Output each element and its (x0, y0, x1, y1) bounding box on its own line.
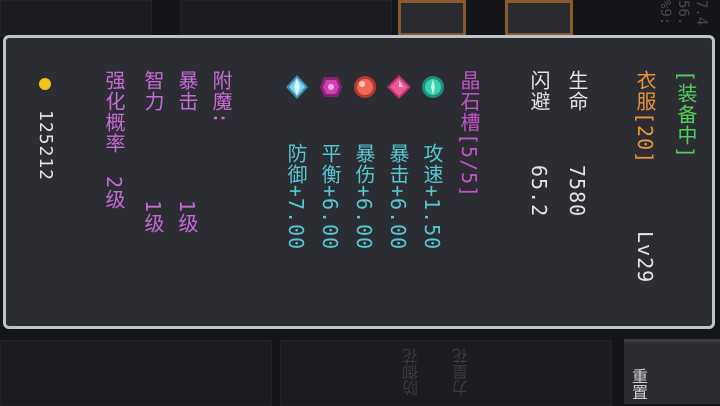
bg-cell (180, 0, 392, 36)
reset-button-label: 重置 (629, 368, 648, 400)
inventory-slot[interactable] (398, 0, 466, 36)
gem-bonus-crit: 暴击+6.00 (386, 143, 410, 251)
bg-cell (0, 0, 152, 36)
pink-gem-icon (387, 75, 411, 99)
bg-label-strength-flower[interactable]: 力量花 (450, 348, 474, 396)
corner-stat: 56. (675, 0, 691, 26)
stat-value-hp: 7580 (565, 165, 589, 218)
stat-value-dodge: 65.2 (527, 165, 551, 218)
diamond-gem-icon (286, 75, 308, 99)
emerald-gem-icon (422, 76, 444, 98)
item-tooltip-panel: [装备中] 衣服[20] Lv29 生命 7580 闪避 65.2 晶石槽[5/… (3, 35, 715, 329)
ruby-gem-icon (354, 76, 376, 98)
enchant-level-intelligence: 1级 (141, 200, 165, 235)
amethyst-gem-icon (320, 77, 342, 97)
bg-label-defense-flower[interactable]: 防御花 (400, 348, 424, 396)
gem-bonus-balance: 平衡+6.00 (318, 143, 342, 251)
inventory-slot[interactable] (505, 0, 573, 36)
enchant-label: 附魔: (209, 70, 233, 126)
gem-bonus-defense: 防御+7.00 (284, 143, 308, 251)
equip-status: [装备中] (674, 70, 698, 160)
bg-cell (280, 340, 612, 406)
item-price: 125212 (35, 110, 56, 182)
enchant-name-upgrade-chance: 强化概率 (102, 70, 126, 154)
corner-stat: %9: (657, 0, 673, 26)
gold-coin-icon (39, 78, 51, 90)
reset-button[interactable]: 重置 (624, 339, 720, 404)
bg-cell (0, 340, 272, 406)
item-level: Lv29 (633, 231, 657, 284)
enchant-name-intelligence: 智力 (141, 70, 165, 112)
stat-label-hp: 生命 (565, 70, 589, 112)
enchant-name-crit: 暴击 (175, 70, 199, 112)
gem-bonus-attack-speed: 攻速+1.50 (420, 143, 444, 251)
corner-stat: 7.4 (693, 0, 709, 26)
gem-bonus-crit-damage: 暴伤+6.00 (352, 143, 376, 251)
enchant-level-crit: 1级 (175, 200, 199, 235)
enchant-level-upgrade-chance: 2级 (102, 176, 126, 211)
item-name: 衣服[20] (633, 70, 657, 165)
corner-stats: 7.4 56. %9: (656, 0, 710, 25)
stat-label-dodge: 闪避 (527, 70, 551, 112)
gem-slots-label: 晶石槽[5/5] (457, 70, 481, 199)
